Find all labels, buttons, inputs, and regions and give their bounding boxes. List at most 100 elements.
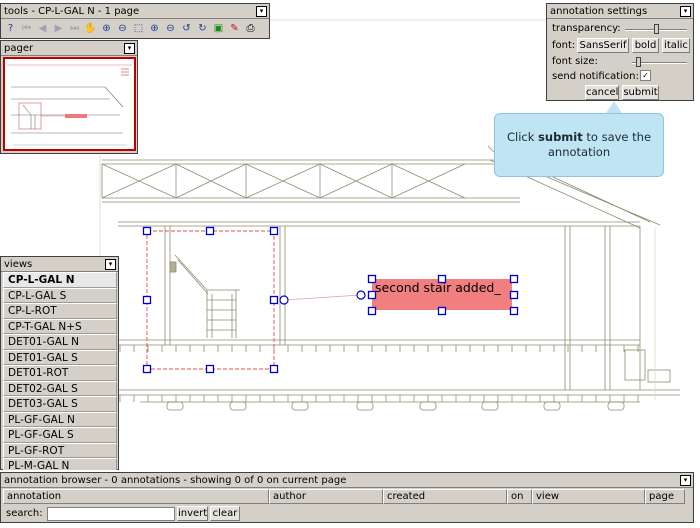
next-page-icon[interactable]: ▶ (51, 21, 66, 36)
view-item[interactable]: CP-L-GAL S (3, 287, 117, 303)
page-thumbnail-drawing (7, 64, 132, 146)
print-icon[interactable]: ⎙ (243, 21, 258, 36)
tools-toolbar: ? ⏮ ◀ ▶ ⏭ ✋ ⊕ ⊖ ⬚ ⊕ ⊖ ↺ ↻ ▣ ✎ ⎙ (1, 19, 269, 38)
view-item[interactable]: DET01-GAL S (3, 349, 117, 365)
clear-button[interactable]: clear (210, 506, 240, 521)
annotation-leader-line (283, 294, 362, 301)
browser-title: annotation browser - 0 annotations - sho… (4, 474, 347, 486)
resize-handle[interactable] (142, 295, 152, 305)
resize-handle[interactable] (142, 364, 152, 374)
tools-panel: tools - CP-L-GAL N - 1 page ▾ ? ⏮ ◀ ▶ ⏭ ✋ ⊕ ⊖ ⬚ ⊕… (0, 3, 270, 39)
tools-collapse-icon[interactable]: ▾ (256, 5, 267, 17)
column-view[interactable]: view (532, 489, 645, 504)
annotation-settings-panel: annotation settings ▾ transparency: font… (546, 3, 694, 101)
send-notification-checkbox[interactable]: ✓ (640, 70, 651, 81)
settings-title: annotation settings (550, 5, 648, 17)
transparency-slider-knob[interactable] (654, 24, 659, 34)
transparency-label: transparency: (552, 23, 621, 34)
zoom-extents-icon[interactable]: ⊖ (163, 21, 178, 36)
footing (291, 401, 309, 411)
footing (607, 401, 625, 411)
tooltip-prefix: Click (506, 130, 539, 144)
view-item[interactable]: PL-GF-GAL S (3, 427, 117, 443)
roof-truss (101, 163, 466, 199)
views-list: CP-L-GAL N CP-L-GAL S CP-L-ROT CP-T-GAL N+S… (3, 272, 117, 470)
image-icon[interactable]: ▣ (211, 21, 226, 36)
prev-page-icon[interactable]: ◀ (35, 21, 50, 36)
submit-button[interactable]: submit (622, 85, 659, 100)
cancel-button[interactable]: cancel (585, 85, 619, 100)
column-created[interactable]: created (383, 489, 507, 504)
views-titlebar[interactable]: views ▾ (1, 257, 118, 272)
font-size-label: font size: (552, 56, 598, 67)
resize-handle[interactable] (205, 364, 215, 374)
resize-handle[interactable] (142, 226, 152, 236)
view-item[interactable]: CP-L-ROT (3, 303, 117, 319)
help-icon[interactable]: ? (3, 21, 18, 36)
resize-handle[interactable] (269, 226, 279, 236)
font-size-slider-knob[interactable] (636, 57, 642, 67)
invert-button[interactable]: invert (177, 506, 208, 521)
footing (543, 401, 561, 411)
leader-end-anchor[interactable] (356, 290, 366, 300)
column-page[interactable]: page (645, 489, 685, 504)
footings (166, 401, 625, 411)
views-collapse-icon[interactable]: ▾ (105, 258, 116, 270)
leader-start-anchor[interactable] (279, 295, 289, 305)
views-panel: views ▾ CP-L-GAL N CP-L-GAL S CP-L-ROT CP-T… (0, 256, 119, 470)
floor-beams (119, 345, 639, 402)
view-item[interactable]: DET02-GAL S (3, 380, 117, 396)
italic-button[interactable]: italic (662, 38, 690, 53)
first-page-icon[interactable]: ⏮ (19, 21, 34, 36)
view-item[interactable]: PL-GF-ROT (3, 442, 117, 458)
send-notification-label: send notification: (552, 71, 639, 82)
browser-titlebar[interactable]: annotation browser - 0 annotations - sho… (1, 473, 693, 488)
pan-icon[interactable]: ✋ (83, 21, 98, 36)
column-annotation[interactable]: annotation (3, 489, 269, 504)
footing (481, 401, 499, 411)
settings-collapse-icon[interactable]: ▾ (680, 5, 691, 17)
pager-panel: pager ▾ (0, 40, 138, 154)
zoom-in-icon[interactable]: ⊕ (99, 21, 114, 36)
markup-icon[interactable]: ✎ (227, 21, 242, 36)
views-title: views (4, 258, 33, 270)
annotation-text[interactable]: second stair added_ (372, 279, 512, 310)
annotation-browser-panel: annotation browser - 0 annotations - sho… (0, 472, 694, 523)
view-item[interactable]: DET01-ROT (3, 365, 117, 381)
resize-handle[interactable] (269, 364, 279, 374)
settings-titlebar[interactable]: annotation settings ▾ (547, 4, 693, 19)
bold-button[interactable]: bold (632, 38, 659, 53)
view-item[interactable]: CP-L-GAL N (3, 272, 117, 288)
column-author[interactable]: author (269, 489, 383, 504)
footing (356, 401, 374, 411)
view-item[interactable]: CP-T-GAL N+S (3, 318, 117, 334)
view-item[interactable]: PL-M-GAL N (3, 458, 117, 470)
rotate-ccw-icon[interactable]: ↺ (179, 21, 194, 36)
tools-title: tools - CP-L-GAL N - 1 page (4, 5, 140, 17)
pager-collapse-icon[interactable]: ▾ (124, 42, 135, 54)
tooltip-arrow (606, 101, 622, 113)
rotate-cw-icon[interactable]: ↻ (195, 21, 210, 36)
zoom-window-icon[interactable]: ⬚ (131, 21, 146, 36)
browser-collapse-icon[interactable]: ▾ (680, 474, 691, 486)
submit-tooltip: Click submit to save the annotation (494, 113, 664, 177)
search-input[interactable] (47, 507, 175, 521)
footing (229, 401, 247, 411)
stair-drawing (169, 254, 240, 338)
zoom-fit-icon[interactable]: ⊕ (147, 21, 162, 36)
tools-titlebar[interactable]: tools - CP-L-GAL N - 1 page ▾ (1, 4, 269, 19)
font-family-select[interactable]: SansSerif (577, 38, 629, 53)
column-on[interactable]: on (507, 489, 532, 504)
last-page-icon[interactable]: ⏭ (67, 21, 82, 36)
zoom-out-icon[interactable]: ⊖ (115, 21, 130, 36)
view-item[interactable]: DET01-GAL N (3, 334, 117, 350)
search-label: search: (6, 508, 43, 519)
footing (166, 401, 184, 411)
page-thumbnail[interactable] (3, 57, 136, 151)
resize-handle[interactable] (205, 226, 215, 236)
resize-handle[interactable] (269, 295, 279, 305)
view-item[interactable]: PL-GF-GAL N (3, 411, 117, 427)
font-label: font: (552, 40, 576, 51)
pager-titlebar[interactable]: pager ▾ (1, 41, 137, 56)
view-item[interactable]: DET03-GAL S (3, 396, 117, 412)
